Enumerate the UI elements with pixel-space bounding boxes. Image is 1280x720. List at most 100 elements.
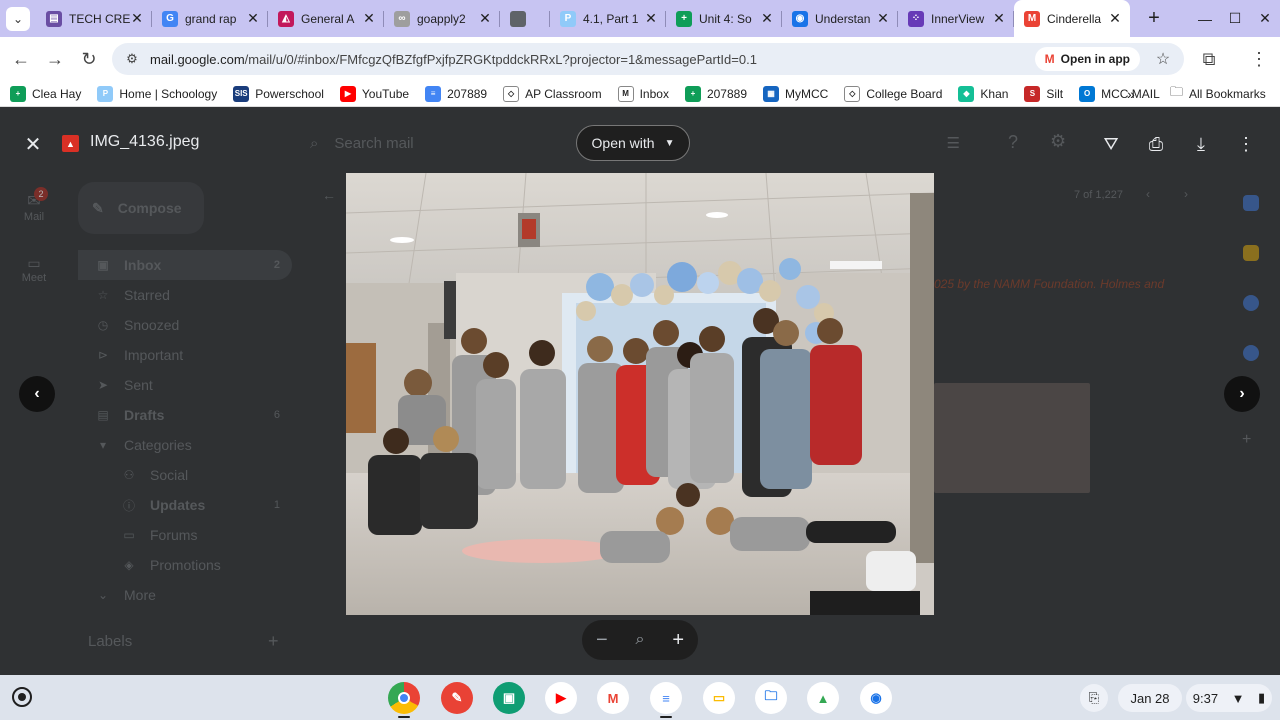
date-tray[interactable]: Jan 28: [1118, 684, 1182, 712]
bookmark-item[interactable]: ◆ Khan: [958, 85, 1008, 102]
browser-tab[interactable]: ◉ Understan ✕: [782, 0, 898, 37]
browser-tab[interactable]: Ggrand rap ✕: [152, 0, 268, 37]
close-tab-icon[interactable]: ✕: [760, 10, 774, 27]
battery-icon: ▮: [1258, 690, 1266, 705]
bookmark-label: YouTube: [361, 86, 410, 101]
bookmark-item[interactable]: ◇ College Board: [844, 85, 942, 102]
browser-tab[interactable]: ◭ General A ✕: [268, 0, 384, 37]
close-tab-icon[interactable]: ✕: [246, 10, 260, 27]
close-tab-icon[interactable]: ✕: [876, 10, 890, 27]
maximize-button[interactable]: ☐: [1220, 0, 1250, 37]
gmail-app-icon[interactable]: M: [597, 682, 629, 714]
extensions-icon[interactable]: ⧉: [1192, 42, 1226, 76]
docs-app-icon[interactable]: ≡: [650, 682, 682, 714]
browser-tab[interactable]: P 4.1, Part 1 ✕: [550, 0, 666, 37]
chrome-app-icon[interactable]: [388, 682, 420, 714]
bookmark-item[interactable]: M Inbox: [617, 85, 669, 102]
tab-title: Cinderella: [1047, 11, 1102, 26]
bookmark-item[interactable]: S Silt: [1024, 85, 1063, 102]
forums-icon: ▭: [123, 528, 135, 542]
classroom-app-icon[interactable]: ▣: [493, 682, 525, 714]
open-with-button[interactable]: Open with ▼: [576, 125, 690, 161]
open-in-app-button[interactable]: M Open in app: [1034, 47, 1140, 71]
reload-button[interactable]: ↻: [72, 42, 106, 76]
close-tab-icon[interactable]: ✕: [478, 10, 492, 27]
site-info-icon[interactable]: ⚙: [118, 51, 146, 67]
snoozed-icon: ◷: [97, 318, 109, 332]
camera-app-icon[interactable]: ◉: [860, 682, 892, 714]
bookmark-favicon-icon: ▶: [339, 85, 356, 102]
screen-capture-icon[interactable]: ⎘: [1080, 684, 1108, 712]
gmail-icon: M: [1044, 52, 1055, 66]
close-tab-icon[interactable]: ✕: [362, 10, 376, 27]
close-viewer-button[interactable]: ✕: [20, 131, 46, 157]
bookmark-item[interactable]: P Home | Schoology: [97, 85, 218, 102]
browser-tab[interactable]: ⁘ InnerView ✕: [898, 0, 1014, 37]
more-options-icon[interactable]: ⋮: [1233, 131, 1259, 157]
bookmark-favicon-icon: ◇: [503, 85, 520, 102]
close-tab-icon[interactable]: ✕: [644, 10, 658, 27]
browser-menu-icon[interactable]: ⋮: [1242, 42, 1276, 76]
browser-tab[interactable]: ∞ goapply2 ✕: [384, 0, 500, 37]
bookmark-label: Home | Schoology: [119, 86, 218, 101]
folder-icon: 🗀: [1170, 83, 1184, 99]
bookmark-item[interactable]: ◇ AP Classroom: [503, 85, 602, 102]
important-icon: ⊳: [97, 348, 109, 362]
add-to-drive-icon[interactable]: ⛛: [1098, 131, 1124, 157]
browser-tab[interactable]: ▤ TECH CRE ✕: [36, 0, 152, 37]
close-window-button[interactable]: ✕: [1250, 0, 1280, 37]
address-bar[interactable]: ⚙ mail.google.com/mail/u/0/#inbox/FMfcgz…: [112, 43, 1184, 75]
close-tab-icon[interactable]: ✕: [992, 10, 1006, 27]
browser-tab[interactable]: + Unit 4: So ✕: [666, 0, 782, 37]
next-attachment-button[interactable]: ›: [1224, 376, 1260, 412]
browser-tab[interactable]: [500, 0, 550, 37]
inbox-icon: ▣: [97, 258, 109, 272]
tab-favicon-icon: G: [162, 10, 178, 27]
youtube-app-icon[interactable]: ▶: [545, 682, 577, 714]
nav-item-categories: ▾ Categories: [78, 430, 292, 460]
updates-icon: ⓘ: [122, 498, 135, 513]
bookmark-item[interactable]: + Clea Hay: [10, 85, 81, 102]
bookmark-star-icon[interactable]: ☆: [1150, 49, 1176, 69]
bookmark-item[interactable]: ▶ YouTube: [339, 85, 410, 102]
all-bookmarks-button[interactable]: 🗀 All Bookmarks: [1170, 83, 1266, 105]
nav-item-label: Inbox: [124, 257, 162, 273]
bookmark-item[interactable]: +207889: [684, 85, 747, 102]
chevron-left-icon: ‹: [34, 385, 40, 402]
bookmark-favicon-icon: ≡: [425, 85, 442, 102]
previous-attachment-button[interactable]: ‹: [19, 376, 55, 412]
back-button[interactable]: ←: [4, 42, 38, 76]
browser-tab[interactable]: M Cinderella ✕: [1014, 0, 1130, 37]
new-tab-button[interactable]: +: [1140, 5, 1168, 33]
tab-search-button[interactable]: ⌄: [6, 6, 30, 31]
canvas-app-icon[interactable]: ✎: [441, 682, 473, 714]
bookmark-favicon-icon: ▦: [763, 85, 779, 102]
bookmark-item[interactable]: ≡ 207889: [425, 85, 487, 102]
bookmark-item[interactable]: O MCC MAIL: [1079, 85, 1160, 102]
print-icon[interactable]: ⎙: [1143, 131, 1169, 157]
url-text[interactable]: mail.google.com/mail/u/0/#inbox/FMfcgzQf…: [150, 52, 1035, 67]
nav-item-label: Promotions: [150, 557, 221, 573]
zoom-out-button[interactable]: −: [596, 629, 608, 652]
forward-button[interactable]: →: [38, 42, 72, 76]
nav-item-count: 1: [273, 499, 280, 511]
nav-item-label: Categories: [124, 437, 192, 453]
status-tray[interactable]: 9:37 ▼ ▮: [1186, 684, 1272, 712]
files-app-icon[interactable]: 🗀: [755, 682, 787, 714]
drive-app-icon[interactable]: ▲: [807, 682, 839, 714]
close-tab-icon[interactable]: ✕: [1108, 10, 1122, 27]
bookmarks-overflow-button[interactable]: »: [1127, 86, 1135, 102]
nav-item-label: Sent: [124, 377, 153, 393]
nav-item-count: 2: [273, 259, 280, 271]
zoom-in-button[interactable]: +: [672, 629, 684, 652]
minimize-button[interactable]: —: [1190, 0, 1220, 37]
bookmark-label: Powerschool: [255, 86, 324, 101]
bookmark-item[interactable]: SIS Powerschool: [233, 85, 324, 102]
close-tab-icon[interactable]: ✕: [130, 10, 144, 27]
zoom-controls: − ⌕ +: [582, 620, 698, 660]
download-icon[interactable]: ⤓: [1188, 131, 1214, 157]
slides-app-icon[interactable]: ▭: [703, 682, 735, 714]
bookmark-item[interactable]: ▦ MyMCC: [763, 85, 828, 102]
reset-zoom-icon[interactable]: ⌕: [636, 631, 645, 649]
launcher-button[interactable]: [12, 687, 32, 707]
